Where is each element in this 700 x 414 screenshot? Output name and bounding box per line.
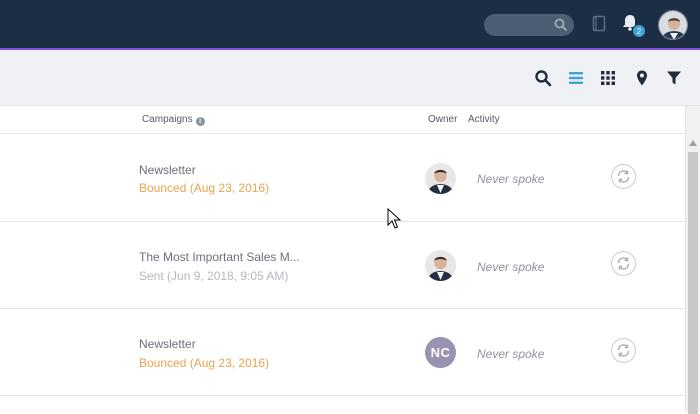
- global-search-input[interactable]: [484, 14, 574, 36]
- scrollbar-thumb[interactable]: [688, 152, 698, 414]
- mouse-cursor-icon: [387, 208, 401, 229]
- table-header: Campaigns i Owner Activity: [0, 106, 685, 134]
- refresh-icon: [617, 344, 630, 357]
- campaign-name[interactable]: Newsletter: [139, 337, 196, 351]
- scroll-up-arrow-icon[interactable]: [689, 140, 697, 146]
- list-view-icon[interactable]: [567, 69, 585, 87]
- campaign-name[interactable]: Newsletter: [139, 163, 196, 177]
- sync-button[interactable]: [611, 338, 636, 363]
- owner-avatar[interactable]: [425, 163, 456, 194]
- notification-count-badge: 2: [632, 24, 646, 38]
- activity-status: Never spoke: [477, 347, 545, 361]
- campaigns-column-header[interactable]: Campaigns i: [142, 114, 205, 126]
- refresh-icon: [617, 170, 630, 183]
- view-toolbar: [0, 50, 700, 106]
- search-icon[interactable]: [534, 69, 552, 87]
- sync-button[interactable]: [611, 164, 636, 189]
- campaigns-header-label: Campaigns: [142, 114, 193, 125]
- avatar[interactable]: [658, 10, 688, 40]
- book-icon[interactable]: [592, 15, 606, 32]
- map-pin-icon[interactable]: [633, 69, 651, 87]
- info-icon[interactable]: i: [195, 117, 205, 126]
- search-icon: [554, 18, 567, 31]
- sync-button[interactable]: [611, 251, 636, 276]
- refresh-icon: [617, 257, 630, 270]
- activity-status: Never spoke: [477, 260, 545, 274]
- campaign-status: Sent (Jun 9, 2018, 9:05 AM): [139, 269, 289, 283]
- owner-initials-avatar[interactable]: NC: [425, 337, 456, 368]
- campaign-status: Bounced (Aug 23, 2016): [139, 181, 270, 195]
- filter-icon[interactable]: [665, 69, 683, 87]
- owner-column-header[interactable]: Owner: [428, 114, 457, 125]
- owner-avatar[interactable]: [425, 250, 456, 281]
- top-navigation-bar: 2: [0, 0, 700, 48]
- grid-view-icon[interactable]: [599, 69, 617, 87]
- activity-status: Never spoke: [477, 172, 545, 186]
- activity-column-header[interactable]: Activity: [468, 114, 500, 125]
- table-row[interactable]: The Most Important Sales M... Sent (Jun …: [0, 222, 685, 309]
- campaign-status: Bounced (Aug 23, 2016): [139, 356, 270, 370]
- table-row[interactable]: Newsletter Bounced (Aug 23, 2016) Never …: [0, 135, 685, 222]
- table-row[interactable]: Newsletter Bounced (Aug 23, 2016) NC Nev…: [0, 309, 685, 396]
- campaign-name[interactable]: The Most Important Sales M...: [139, 250, 300, 264]
- vertical-scrollbar[interactable]: [685, 106, 700, 414]
